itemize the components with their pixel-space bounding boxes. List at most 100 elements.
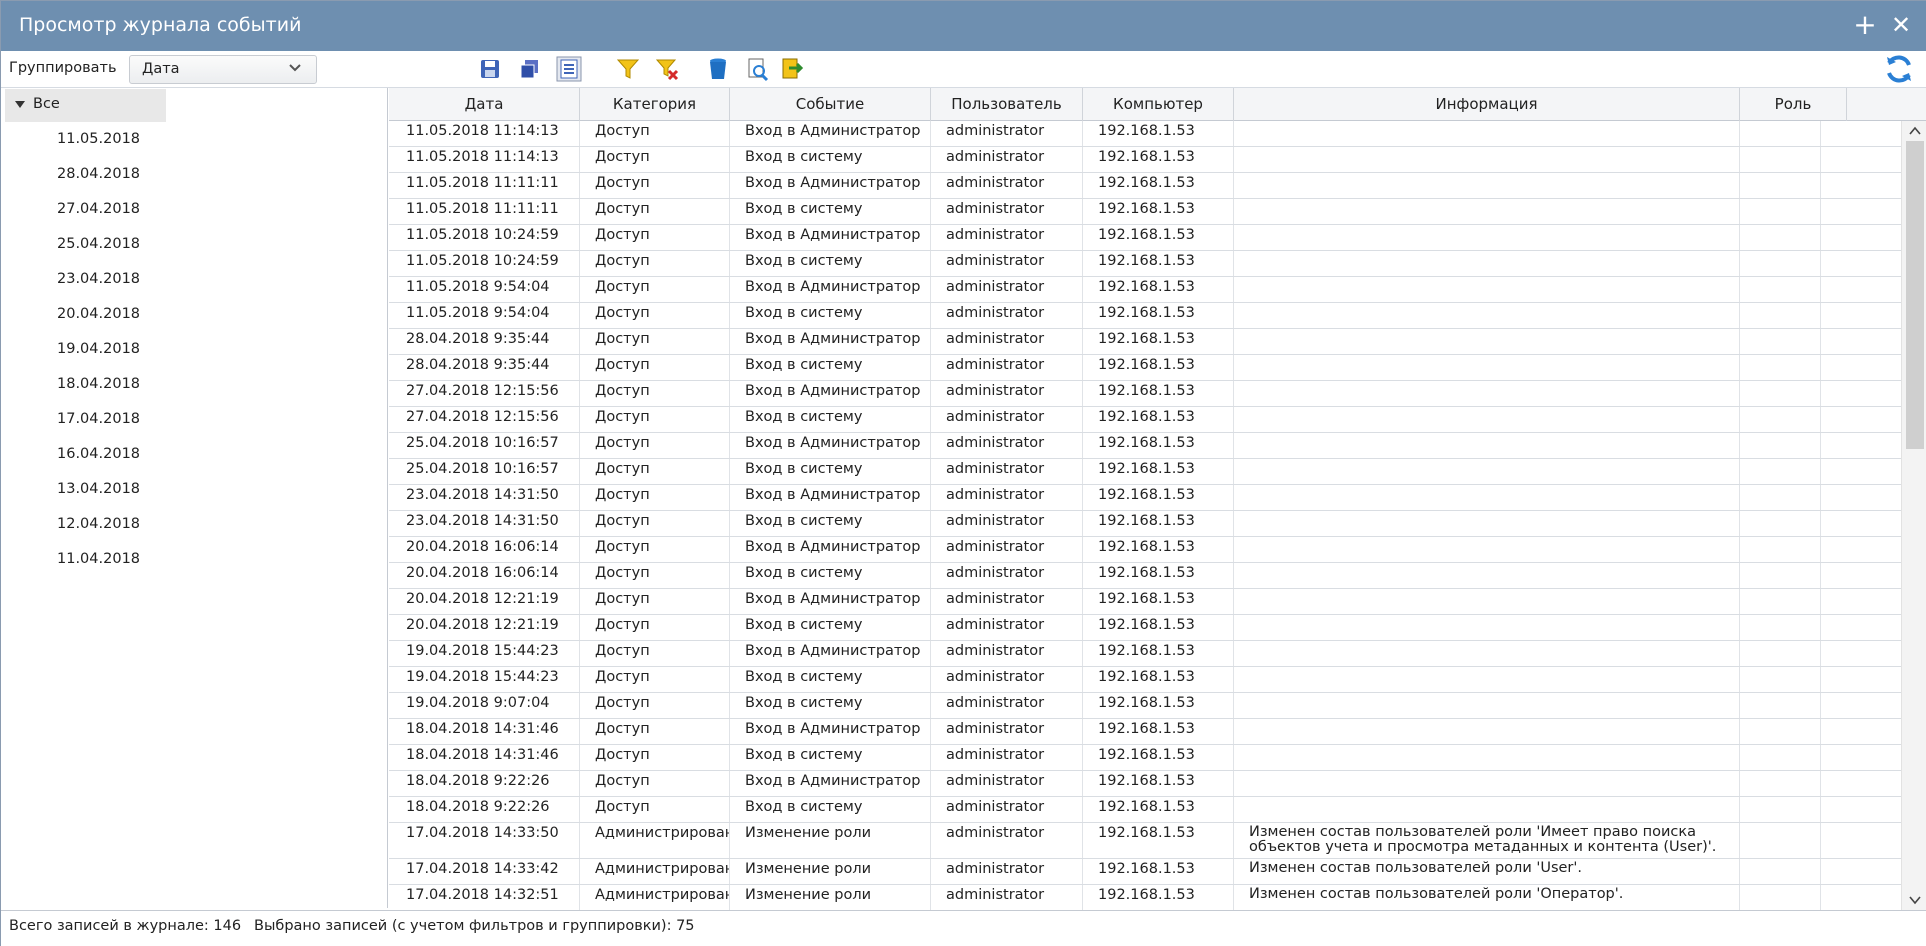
tree-date-item[interactable]: 18.04.2018 (57, 376, 140, 392)
event-cell: Вход в Администратор (730, 433, 931, 458)
computer-cell: 192.168.1.53 (1083, 563, 1234, 588)
table-row[interactable]: 20.04.2018 16:06:14 Доступ Вход в систему a… (389, 563, 1901, 589)
report-icon[interactable] (556, 56, 582, 82)
tree-date-item[interactable]: 23.04.2018 (57, 271, 140, 287)
column-role-header[interactable]: Роль (1740, 88, 1847, 121)
scroll-up-icon[interactable] (1908, 125, 1922, 137)
event-cell: Вход в Администратор (730, 329, 931, 354)
scrollbar-thumb[interactable] (1906, 141, 1924, 449)
table-row[interactable]: 28.04.2018 9:35:44 Доступ Вход в Администр… (389, 329, 1901, 355)
table-row[interactable]: 11.05.2018 11:11:11 Доступ Вход в систему a… (389, 199, 1901, 225)
preview-icon[interactable] (744, 56, 770, 82)
tree-date-item[interactable]: 11.05.2018 (57, 131, 140, 147)
table-row[interactable]: 11.05.2018 9:54:04 Доступ Вход в Администр… (389, 277, 1901, 303)
event-cell: Вход в систему (730, 303, 931, 328)
role-cell (1740, 641, 1821, 666)
table-row[interactable]: 11.05.2018 10:24:59 Доступ Вход в систему a… (389, 251, 1901, 277)
table-row[interactable]: 17.04.2018 14:32:51АдминистрированиеИзме… (389, 885, 1901, 910)
toolbar: Группировать Дата (1, 51, 1926, 88)
tree-date-item[interactable]: 20.04.2018 (57, 306, 140, 322)
tree-root-all[interactable]: Все (5, 89, 166, 122)
column-event-header[interactable]: Событие (730, 88, 931, 121)
info-cell (1234, 693, 1740, 718)
table-row[interactable]: 17.04.2018 14:33:50АдминистрированиеИзме… (389, 823, 1901, 859)
tree-date-item[interactable]: 16.04.2018 (57, 446, 140, 462)
scroll-down-icon[interactable] (1908, 894, 1922, 906)
table-row[interactable]: 11.05.2018 9:54:04 Доступ Вход в систему ad… (389, 303, 1901, 329)
category-cell: Доступ (580, 641, 730, 666)
table-row[interactable]: 20.04.2018 12:21:19 Доступ Вход в Админист… (389, 589, 1901, 615)
tree-date-item[interactable]: 17.04.2018 (57, 411, 140, 427)
tree-date-item[interactable]: 28.04.2018 (57, 166, 140, 182)
table-row[interactable]: 11.05.2018 11:14:13 Доступ Вход в Админист… (389, 121, 1901, 147)
table-row[interactable]: 25.04.2018 10:16:57 Доступ Вход в Админист… (389, 433, 1901, 459)
table-row[interactable]: 25.04.2018 10:16:57 Доступ Вход в систему a… (389, 459, 1901, 485)
copy-icon[interactable] (516, 56, 542, 82)
add-icon[interactable]: + (1850, 10, 1880, 40)
user-cell: administrator (931, 885, 1083, 910)
delete-icon[interactable] (705, 56, 731, 82)
group-by-select[interactable]: Дата (129, 55, 317, 84)
info-cell (1234, 459, 1740, 484)
table-row[interactable]: 11.05.2018 11:11:11 Доступ Вход в Админист… (389, 173, 1901, 199)
computer-cell: 192.168.1.53 (1083, 719, 1234, 744)
vertical-scrollbar[interactable] (1901, 121, 1926, 910)
role-cell (1740, 199, 1821, 224)
tree-date-item[interactable]: 12.04.2018 (57, 516, 140, 532)
user-cell: administrator (931, 355, 1083, 380)
info-cell (1234, 173, 1740, 198)
tree-date-item[interactable]: 27.04.2018 (57, 201, 140, 217)
info-cell (1234, 381, 1740, 406)
table-row[interactable]: 18.04.2018 9:22:26 Доступ Вход в Администр… (389, 771, 1901, 797)
user-cell: administrator (931, 225, 1083, 250)
group-by-label: Группировать (9, 60, 117, 76)
table-row[interactable]: 18.04.2018 14:31:46 Доступ Вход в Админист… (389, 719, 1901, 745)
date-cell: 27.04.2018 12:15:56 (389, 407, 580, 432)
close-icon[interactable]: ✕ (1886, 10, 1916, 40)
tree-date-item[interactable]: 13.04.2018 (57, 481, 140, 497)
table-row[interactable]: 18.04.2018 9:22:26 Доступ Вход в систему ad… (389, 797, 1901, 823)
computer-cell: 192.168.1.53 (1083, 459, 1234, 484)
user-cell: administrator (931, 433, 1083, 458)
tree-date-item[interactable]: 19.04.2018 (57, 341, 140, 357)
date-cell: 11.05.2018 11:14:13 (389, 147, 580, 172)
table-row[interactable]: 23.04.2018 14:31:50 Доступ Вход в Админист… (389, 485, 1901, 511)
tree-date-item[interactable]: 11.04.2018 (57, 551, 140, 567)
column-user-header[interactable]: Пользователь (931, 88, 1083, 121)
table-row[interactable]: 27.04.2018 12:15:56 Доступ Вход в Админист… (389, 381, 1901, 407)
category-cell: Доступ (580, 225, 730, 250)
info-cell (1234, 329, 1740, 354)
table-row[interactable]: 19.04.2018 9:07:04 Доступ Вход в систему ad… (389, 693, 1901, 719)
export-icon[interactable] (779, 56, 805, 82)
table-row[interactable]: 19.04.2018 15:44:23 Доступ Вход в Админист… (389, 641, 1901, 667)
info-cell (1234, 225, 1740, 250)
table-row[interactable]: 19.04.2018 15:44:23 Доступ Вход в систему a… (389, 667, 1901, 693)
event-cell: Вход в систему (730, 693, 931, 718)
total-records-text: Всего записей в журнале: 146 (9, 918, 242, 934)
table-row[interactable]: 11.05.2018 11:14:13 Доступ Вход в систему a… (389, 147, 1901, 173)
table-row[interactable]: 18.04.2018 14:31:46 Доступ Вход в систему a… (389, 745, 1901, 771)
table-row[interactable]: 11.05.2018 10:24:59 Доступ Вход в Админист… (389, 225, 1901, 251)
column-date-header[interactable]: Дата (389, 88, 580, 121)
table-row[interactable]: 20.04.2018 12:21:19 Доступ Вход в систему a… (389, 615, 1901, 641)
computer-cell: 192.168.1.53 (1083, 121, 1234, 146)
event-cell: Вход в Администратор (730, 771, 931, 796)
refresh-icon[interactable] (1883, 53, 1915, 85)
table-row[interactable]: 28.04.2018 9:35:44 Доступ Вход в систему ad… (389, 355, 1901, 381)
table-row[interactable]: 20.04.2018 16:06:14 Доступ Вход в Админист… (389, 537, 1901, 563)
tree-date-item[interactable]: 25.04.2018 (57, 236, 140, 252)
table-row[interactable]: 17.04.2018 14:33:42АдминистрированиеИзме… (389, 859, 1901, 885)
event-cell: Изменение роли (730, 823, 931, 858)
expand-arrow-icon[interactable] (15, 101, 25, 108)
table-row[interactable]: 27.04.2018 12:15:56 Доступ Вход в систему a… (389, 407, 1901, 433)
table-row[interactable]: 23.04.2018 14:31:50 Доступ Вход в систему a… (389, 511, 1901, 537)
clear-filter-icon[interactable] (654, 56, 680, 82)
filter-icon[interactable] (615, 56, 641, 82)
column-category-header[interactable]: Категория (580, 88, 730, 121)
column-info-header[interactable]: Информация (1234, 88, 1740, 121)
computer-cell: 192.168.1.53 (1083, 693, 1234, 718)
computer-cell: 192.168.1.53 (1083, 859, 1234, 884)
column-computer-header[interactable]: Компьютер (1083, 88, 1234, 121)
save-icon[interactable] (477, 56, 503, 82)
date-cell: 18.04.2018 14:31:46 (389, 719, 580, 744)
